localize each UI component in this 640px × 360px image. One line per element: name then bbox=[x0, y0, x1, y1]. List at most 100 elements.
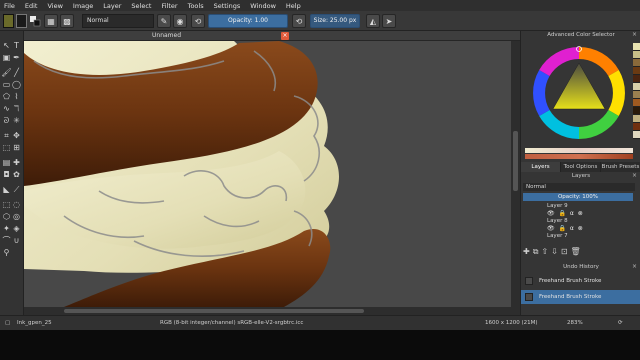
layer-visibility-icon[interactable]: 👁 🔒 α ⊗ bbox=[547, 225, 584, 232]
add-layer-icon[interactable]: ✚ bbox=[523, 247, 530, 257]
background-color-swatch[interactable] bbox=[16, 14, 27, 28]
palette-swatch[interactable] bbox=[633, 115, 640, 123]
duplicate-layer-icon[interactable]: ⧉ bbox=[533, 247, 539, 257]
crop-tool-icon[interactable]: ⌗ bbox=[2, 131, 11, 140]
ellipse-select-icon[interactable]: ◌ bbox=[12, 200, 21, 209]
eraser-mode-icon[interactable]: ✎ bbox=[157, 14, 171, 28]
rectangle-tool-icon[interactable]: ▭ bbox=[2, 80, 11, 89]
swap-colors-icon[interactable] bbox=[29, 14, 41, 28]
magnetic-select-icon[interactable]: ∪ bbox=[12, 236, 21, 245]
calligraphy-icon[interactable]: ✒ bbox=[12, 53, 21, 62]
polygon-select-icon[interactable]: ⬡ bbox=[2, 212, 11, 221]
menu-filter[interactable]: Filter bbox=[161, 2, 177, 10]
color-history-palette[interactable] bbox=[633, 43, 640, 147]
layer-row[interactable]: Layer 9 👁 🔒 α ⊗ bbox=[547, 203, 633, 218]
text-tool-icon[interactable]: T bbox=[12, 41, 21, 50]
palette-swatch[interactable] bbox=[633, 43, 640, 51]
palette-swatch[interactable] bbox=[633, 67, 640, 75]
freehand-brush-icon[interactable]: 🖌 bbox=[1, 68, 11, 77]
transform-tool-icon[interactable]: ⬚ bbox=[2, 143, 11, 152]
color-selector-close-icon[interactable]: × bbox=[632, 31, 637, 38]
document-title[interactable]: Unnamed bbox=[152, 32, 181, 39]
color-wheel[interactable] bbox=[527, 41, 631, 145]
zoom-level[interactable]: 283% bbox=[567, 320, 583, 326]
layer-visibility-icon[interactable]: 👁 🔒 α ⊗ bbox=[547, 210, 584, 217]
menu-layer[interactable]: Layer bbox=[103, 2, 121, 10]
multibrush-icon[interactable]: ✳ bbox=[12, 116, 21, 125]
palette-swatch[interactable] bbox=[633, 51, 640, 59]
palette-swatch[interactable] bbox=[633, 107, 640, 115]
brush-preset-icon[interactable]: ▦ bbox=[44, 14, 58, 28]
tab-layers[interactable]: Layers bbox=[521, 162, 561, 172]
eyedropper-icon[interactable]: ⚲ bbox=[2, 248, 11, 257]
opacity-slider[interactable]: Opacity: 1.00 bbox=[208, 14, 288, 28]
layer-row[interactable]: Layer 7 bbox=[547, 233, 633, 243]
select-shapes-icon[interactable]: ↖ bbox=[2, 41, 11, 50]
menu-tools[interactable]: Tools bbox=[188, 2, 204, 10]
rotate-icon[interactable]: ⟳ bbox=[618, 320, 623, 326]
brush-size-slider[interactable]: Size: 25.00 px bbox=[310, 14, 360, 28]
bezier-tool-icon[interactable]: ∿ bbox=[2, 104, 11, 113]
layer-up-icon[interactable]: ⇧ bbox=[541, 247, 548, 257]
vertical-scroll-thumb[interactable] bbox=[513, 131, 518, 191]
shade-bar-warm[interactable] bbox=[525, 154, 633, 159]
horizontal-scroll-thumb[interactable] bbox=[64, 309, 364, 313]
canvas-horizontal-scrollbar[interactable] bbox=[24, 307, 520, 315]
blend-mode-select[interactable]: Normal bbox=[82, 14, 154, 28]
polygon-tool-icon[interactable]: ⬠ bbox=[2, 92, 11, 101]
history-item-selected[interactable]: Freehand Brush Stroke bbox=[521, 290, 640, 304]
palette-swatch[interactable] bbox=[633, 99, 640, 107]
layer-down-icon[interactable]: ⇩ bbox=[551, 247, 558, 257]
pattern-icon[interactable]: ▩ bbox=[60, 14, 74, 28]
history-item[interactable]: Freehand Brush Stroke bbox=[521, 274, 640, 288]
menu-window[interactable]: Window bbox=[250, 2, 276, 10]
foreground-color-swatch[interactable] bbox=[3, 14, 14, 28]
palette-swatch[interactable] bbox=[633, 123, 640, 131]
layer-blend-mode-select[interactable]: Normal bbox=[523, 183, 635, 191]
edit-shapes-icon[interactable]: ▣ bbox=[2, 53, 11, 62]
menu-help[interactable]: Help bbox=[286, 2, 301, 10]
menu-settings[interactable]: Settings bbox=[214, 2, 241, 10]
rect-select-icon[interactable]: ⬚ bbox=[2, 200, 11, 209]
menu-image[interactable]: Image bbox=[73, 2, 93, 10]
palette-swatch[interactable] bbox=[633, 131, 640, 139]
menu-edit[interactable]: Edit bbox=[25, 2, 38, 10]
reset-opacity-icon[interactable]: ⟲ bbox=[191, 14, 205, 28]
preserve-alpha-icon[interactable]: ◉ bbox=[173, 14, 187, 28]
dynamic-brush-icon[interactable]: ᘐ bbox=[2, 116, 11, 125]
shade-bar-light[interactable] bbox=[525, 148, 633, 153]
move-tool-icon[interactable]: ✥ bbox=[12, 131, 21, 140]
layers-close-icon[interactable]: × bbox=[632, 172, 637, 179]
ellipse-tool-icon[interactable]: ◯ bbox=[12, 80, 21, 89]
palette-swatch[interactable] bbox=[633, 83, 640, 91]
menu-file[interactable]: File bbox=[4, 2, 15, 10]
fill-tool-icon[interactable]: ◘ bbox=[2, 170, 11, 179]
delete-layer-icon[interactable]: 🗑 bbox=[571, 247, 581, 257]
tab-brush-presets[interactable]: Brush Presets bbox=[601, 162, 640, 172]
measure-tool-icon[interactable]: ⟋ bbox=[12, 185, 21, 194]
menu-view[interactable]: View bbox=[47, 2, 62, 10]
menu-select[interactable]: Select bbox=[131, 2, 151, 10]
bezier-select-icon[interactable]: ⌒ bbox=[2, 236, 11, 245]
freehand-path-icon[interactable]: ℸ bbox=[12, 104, 21, 113]
polyline-tool-icon[interactable]: ⌇ bbox=[12, 92, 21, 101]
line-tool-icon[interactable]: ╱ bbox=[12, 68, 21, 77]
layer-row[interactable]: Layer 8 👁 🔒 α ⊗ bbox=[547, 218, 633, 233]
drawing-canvas[interactable] bbox=[24, 41, 511, 307]
canvas-vertical-scrollbar[interactable] bbox=[511, 41, 520, 307]
palette-swatch[interactable] bbox=[633, 75, 640, 83]
palette-swatch[interactable] bbox=[633, 59, 640, 67]
smart-patch-icon[interactable]: ✿ bbox=[12, 170, 21, 179]
tab-tool-options[interactable]: Tool Options bbox=[561, 162, 601, 172]
color-sampler-icon[interactable]: ✚ bbox=[12, 158, 21, 167]
similar-select-icon[interactable]: ◈ bbox=[12, 224, 21, 233]
gradient-tool-icon[interactable]: ▤ bbox=[2, 158, 11, 167]
warp-tool-icon[interactable]: ⊞ bbox=[12, 143, 21, 152]
palette-swatch[interactable] bbox=[633, 91, 640, 99]
magic-wand-icon[interactable]: ✦ bbox=[2, 224, 11, 233]
layer-properties-icon[interactable]: ⊡ bbox=[561, 247, 568, 257]
mirror-vertical-icon[interactable]: ➤ bbox=[382, 14, 396, 28]
mirror-horizontal-icon[interactable]: ◭ bbox=[366, 14, 380, 28]
layer-opacity-slider[interactable]: Opacity: 100% bbox=[523, 193, 633, 201]
freehand-select-icon[interactable]: ◎ bbox=[12, 212, 21, 221]
